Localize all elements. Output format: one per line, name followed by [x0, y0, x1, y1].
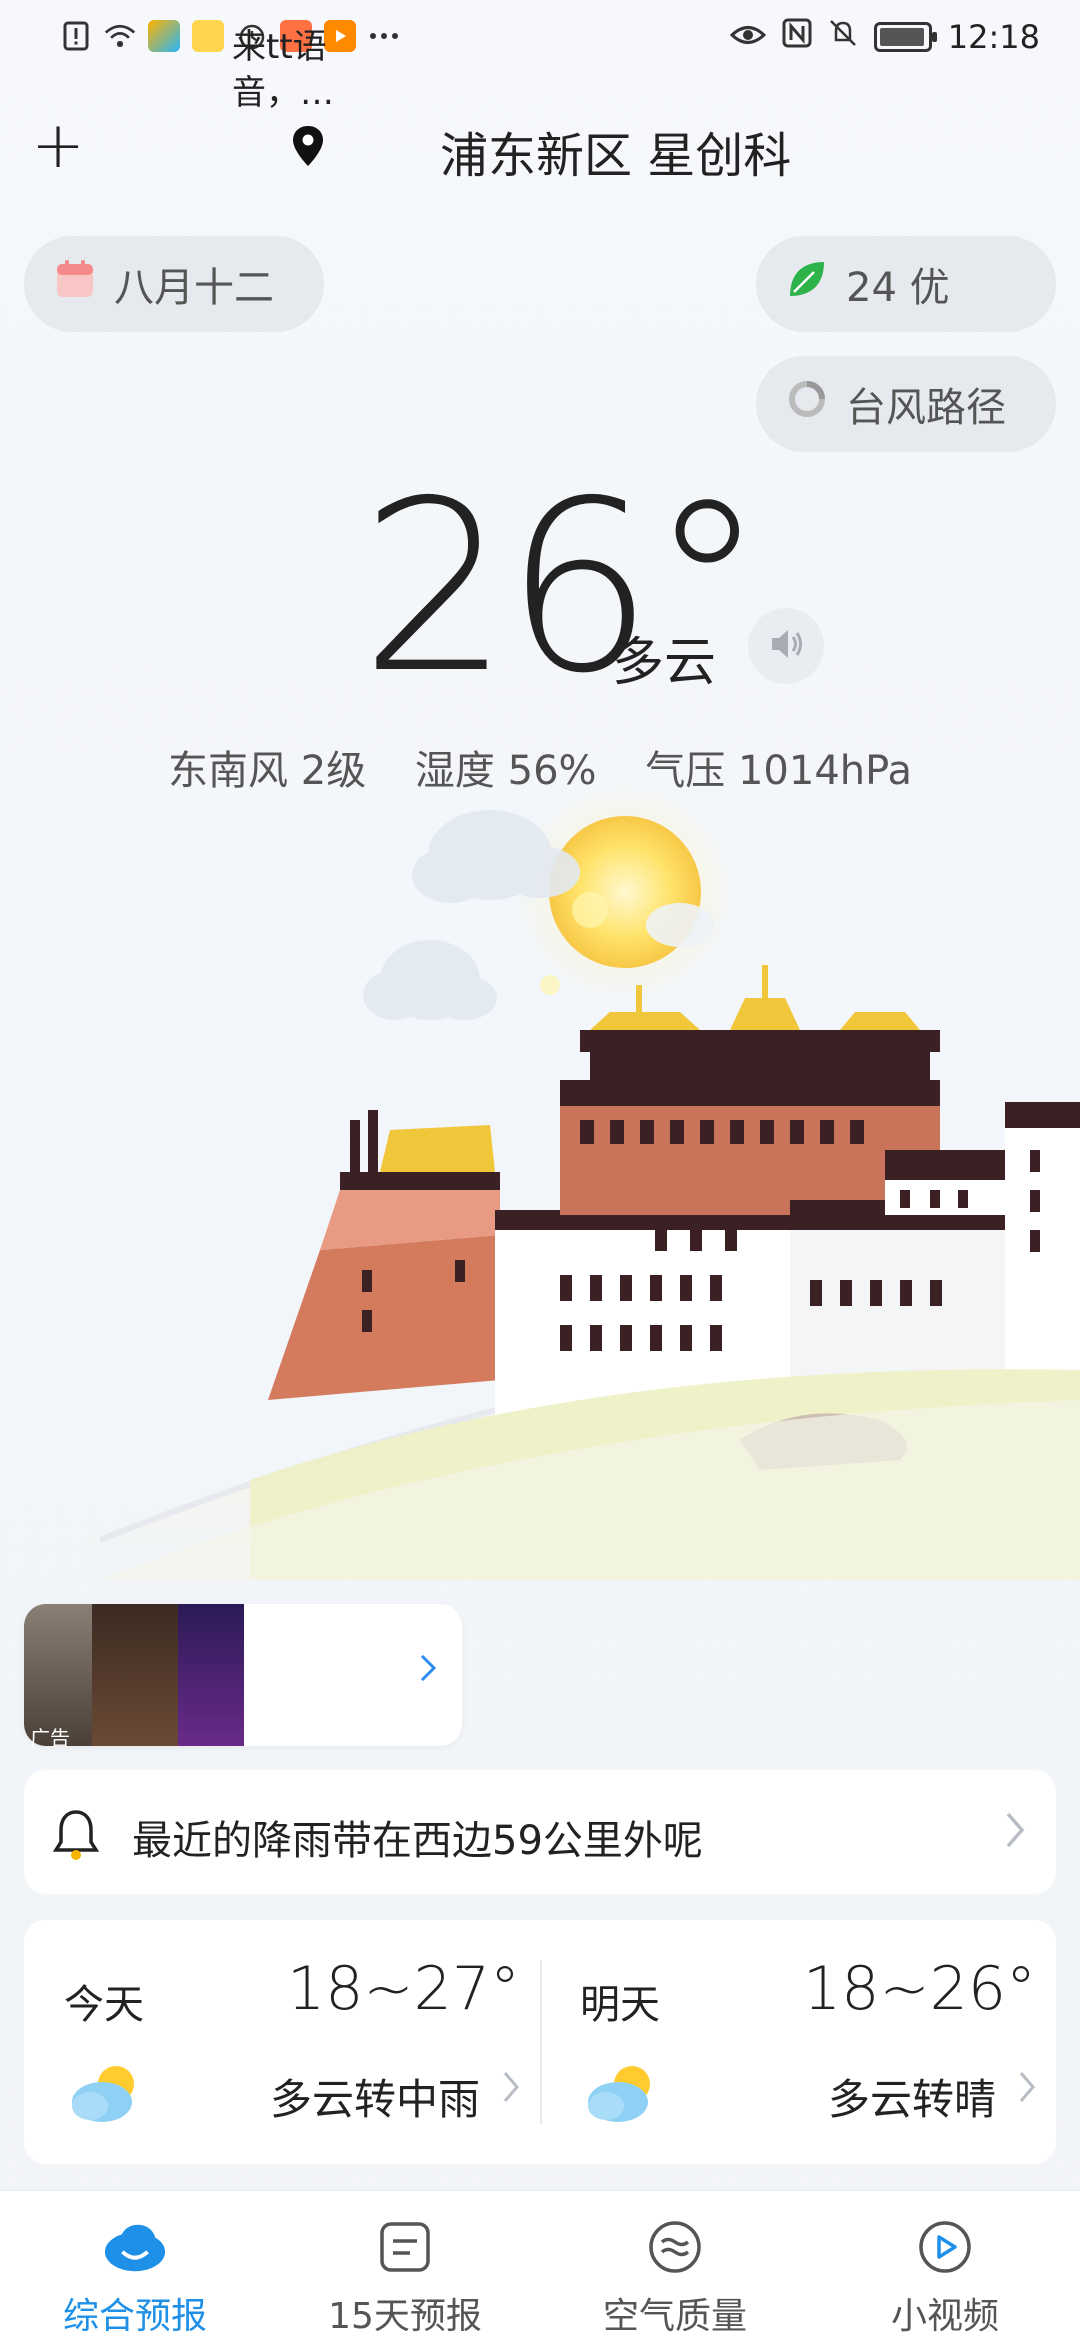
aqi-pill[interactable]: 24 优	[756, 236, 1056, 332]
typhoon-icon	[786, 378, 828, 430]
bell-icon	[52, 1806, 100, 1866]
play-icon	[913, 2215, 977, 2279]
location-pin-icon	[290, 124, 326, 168]
calendar-icon	[54, 258, 96, 310]
battery-icon	[873, 22, 937, 52]
nav-label-video: 小视频	[890, 2296, 999, 2337]
nav-item-air-quality[interactable]: 空气质量	[540, 2191, 810, 2340]
ad-card[interactable]	[24, 1604, 462, 1746]
eye-comfort-icon	[729, 18, 766, 56]
ad-tag: 广告	[30, 1726, 70, 1750]
wind-icon	[643, 2215, 707, 2279]
tomorrow-condition: 多云转晴	[827, 2075, 996, 2124]
chevron-right-icon	[1004, 1810, 1026, 1854]
chevron-right-icon	[1018, 2070, 1036, 2108]
add-city-button[interactable]: +	[30, 114, 86, 178]
wifi-icon	[104, 20, 136, 52]
voice-broadcast-button[interactable]	[748, 608, 824, 684]
lunar-date-pill[interactable]: 八月十二	[24, 236, 324, 332]
forecast-tomorrow[interactable]: 明天 18~26° 多云转晴	[540, 1920, 1056, 2164]
today-temp-range: 18~27°	[287, 1954, 520, 2024]
location-title[interactable]: 浦东新区 星创科	[440, 116, 791, 186]
chevron-right-icon[interactable]	[418, 1648, 438, 1694]
status-icons-left	[60, 20, 400, 52]
ad-thumbnail-3	[178, 1604, 244, 1746]
forecast-today[interactable]: 今天 18~27° 多云转中雨	[24, 1920, 540, 2164]
status-bar: 12:18	[0, 0, 1080, 80]
today-label: 今天	[64, 1982, 144, 2028]
aqi-text: 24 优	[846, 265, 950, 311]
potala-palace-illustration	[80, 782, 1080, 1580]
more-notifications-icon	[368, 20, 400, 52]
list-icon	[373, 2215, 437, 2279]
today-condition: 多云转中雨	[269, 2075, 480, 2124]
partly-cloudy-icon	[584, 2060, 660, 2128]
current-condition: 多云	[612, 633, 717, 693]
nav-label-15day: 15天预报	[328, 2296, 482, 2337]
ad-text: 来tt语音，…	[232, 27, 334, 113]
header: + 浦东新区 星创科	[0, 80, 1080, 210]
status-icons-right: 12:18	[729, 18, 1040, 56]
cloud-icon	[103, 2215, 167, 2279]
weather-app-icon	[148, 20, 180, 52]
nfc-icon	[782, 18, 812, 56]
status-time: 12:18	[947, 18, 1040, 56]
tomorrow-label: 明天	[580, 1982, 660, 2028]
nav-item-15day[interactable]: 15天预报	[270, 2191, 540, 2340]
nav-label-overview: 综合预报	[62, 2296, 207, 2337]
chevron-right-icon	[502, 2070, 520, 2108]
bottom-nav: 综合预报 15天预报 空气质量 小视频	[0, 2190, 1080, 2340]
forecast-card: 今天 18~27° 多云转中雨 明天 18~26° 多云转晴	[24, 1920, 1056, 2164]
ad-thumbnail-2	[92, 1604, 178, 1746]
rain-alert-text: 最近的降雨带在西边59公里外呢	[132, 1818, 703, 1864]
typhoon-path-pill[interactable]: 台风路径	[756, 356, 1056, 452]
tomorrow-temp-range: 18~26°	[803, 1954, 1036, 2024]
speaker-icon	[766, 624, 806, 668]
typhoon-text: 台风路径	[846, 385, 1006, 431]
nav-item-overview[interactable]: 综合预报	[0, 2191, 270, 2340]
taxi-app-icon	[192, 20, 224, 52]
mute-icon	[828, 18, 858, 56]
lunar-date-text: 八月十二	[114, 265, 274, 311]
leaf-icon	[786, 258, 828, 310]
rain-alert-card[interactable]: 最近的降雨带在西边59公里外呢	[24, 1770, 1056, 1894]
nav-item-video[interactable]: 小视频	[810, 2191, 1080, 2340]
partly-cloudy-icon	[68, 2060, 144, 2128]
nav-label-air-quality: 空气质量	[602, 2296, 747, 2337]
alert-notification-icon	[60, 20, 92, 52]
